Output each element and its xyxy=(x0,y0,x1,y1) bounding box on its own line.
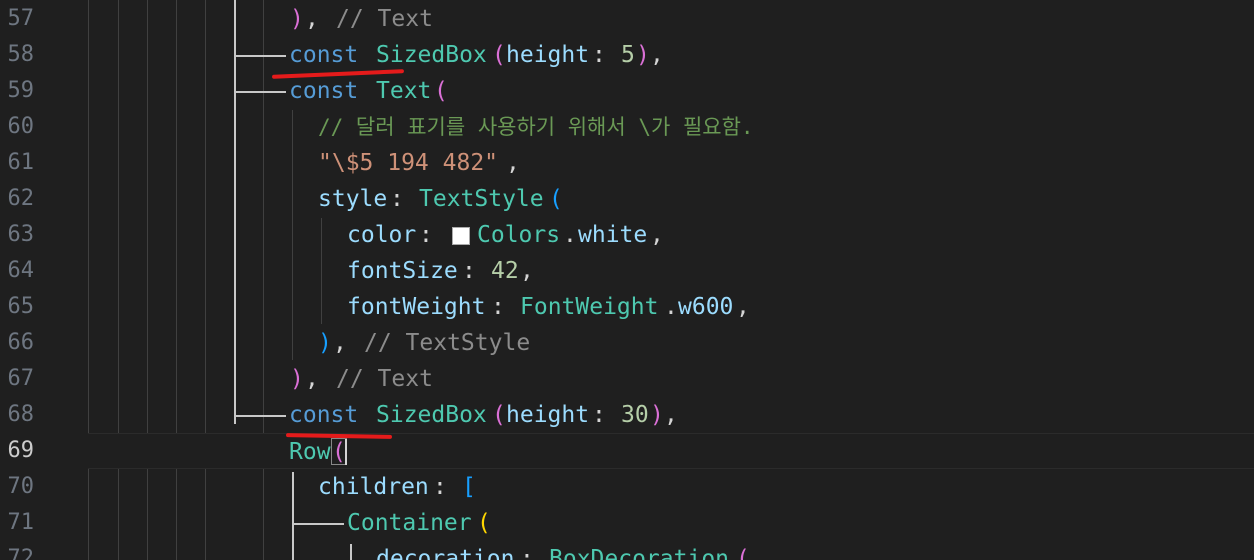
color-swatch[interactable] xyxy=(452,227,470,245)
close-paren: ) xyxy=(290,366,304,392)
named-argument: decoration xyxy=(376,546,515,560)
colon: : xyxy=(520,546,534,560)
named-argument: height xyxy=(506,402,590,428)
code-line: ) , // Text xyxy=(0,1,1254,37)
close-paren: ) xyxy=(650,402,664,428)
class-name: FontWeight xyxy=(520,294,659,320)
code-line-active: Row ( xyxy=(88,433,1254,469)
number-literal: 42 xyxy=(491,258,519,284)
comma: , xyxy=(305,6,319,32)
member-name: white xyxy=(578,222,648,248)
named-argument: children xyxy=(318,474,429,500)
class-name: Row xyxy=(289,439,331,465)
open-bracket: [ xyxy=(462,474,476,500)
comma: , xyxy=(333,330,347,356)
colon: : xyxy=(390,186,404,212)
colon: : xyxy=(462,258,476,284)
class-name: Colors xyxy=(477,222,561,248)
comma: , xyxy=(650,42,664,68)
colon: : xyxy=(419,222,433,248)
class-name: Text xyxy=(376,78,432,104)
open-paren: ( xyxy=(736,546,750,560)
dot: . xyxy=(664,294,678,320)
code-line: fontSize : 42 , xyxy=(0,253,1254,289)
text-cursor xyxy=(345,439,347,465)
colon: : xyxy=(433,474,447,500)
comma: , xyxy=(506,150,520,176)
number-literal: 5 xyxy=(621,42,635,68)
code-comment: // 달러 표기를 사용하기 위해서 \가 필요함. xyxy=(318,115,754,139)
keyword-const: const xyxy=(289,42,359,68)
keyword-const: const xyxy=(289,78,359,104)
class-name: SizedBox xyxy=(376,402,487,428)
code-line: const SizedBox ( height : 30 ) , xyxy=(0,397,1254,433)
closing-label-comment: // Text xyxy=(336,366,433,392)
code-line: "\$5 194 482" , xyxy=(0,145,1254,181)
code-line: ) , // TextStyle xyxy=(0,325,1254,361)
code-line: fontWeight : FontWeight . w600 , xyxy=(0,289,1254,325)
close-paren: ) xyxy=(290,6,304,32)
code-line: decoration : BoxDecoration ( xyxy=(0,541,1254,560)
class-name: TextStyle xyxy=(419,186,544,212)
open-paren: ( xyxy=(492,42,506,68)
comma: , xyxy=(736,294,750,320)
code-line: style : TextStyle ( xyxy=(0,181,1254,217)
class-name: Container xyxy=(347,510,472,536)
colon: : xyxy=(592,42,606,68)
colon: : xyxy=(491,294,505,320)
class-name: BoxDecoration xyxy=(549,546,730,560)
string-literal: "\$5 194 482" xyxy=(318,150,499,176)
code-line: children : [ xyxy=(0,469,1254,505)
open-paren: ( xyxy=(492,402,506,428)
close-paren: ) xyxy=(318,330,332,356)
open-paren: ( xyxy=(549,186,563,212)
named-argument: color xyxy=(347,222,417,248)
number-literal: 30 xyxy=(621,402,649,428)
code-editor[interactable]: 57 58 59 60 61 62 63 64 65 66 67 68 69 7… xyxy=(0,0,1254,560)
close-paren: ) xyxy=(636,42,650,68)
closing-label-comment: // Text xyxy=(336,6,433,32)
comma: , xyxy=(305,366,319,392)
named-argument: height xyxy=(506,42,590,68)
named-argument: style xyxy=(318,186,388,212)
class-name: SizedBox xyxy=(376,42,487,68)
open-paren: ( xyxy=(477,510,491,536)
code-line: Container ( xyxy=(0,505,1254,541)
closing-label-comment: // TextStyle xyxy=(364,330,531,356)
code-line: const Text ( xyxy=(0,73,1254,109)
code-line: ) , // Text xyxy=(0,361,1254,397)
comma: , xyxy=(664,402,678,428)
keyword-const: const xyxy=(289,402,359,428)
code-area[interactable]: ) , // Text const SizedBox ( height : 5 … xyxy=(0,0,1254,560)
colon: : xyxy=(592,402,606,428)
comma: , xyxy=(650,222,664,248)
open-paren: ( xyxy=(434,78,448,104)
code-line: const SizedBox ( height : 5 ) , xyxy=(0,37,1254,73)
dot: . xyxy=(563,222,577,248)
code-line: color : Colors . white , xyxy=(0,217,1254,253)
code-line: // 달러 표기를 사용하기 위해서 \가 필요함. xyxy=(0,109,1254,145)
member-name: w600 xyxy=(678,294,734,320)
comma: , xyxy=(520,258,534,284)
named-argument: fontWeight xyxy=(347,294,486,320)
named-argument: fontSize xyxy=(347,258,458,284)
